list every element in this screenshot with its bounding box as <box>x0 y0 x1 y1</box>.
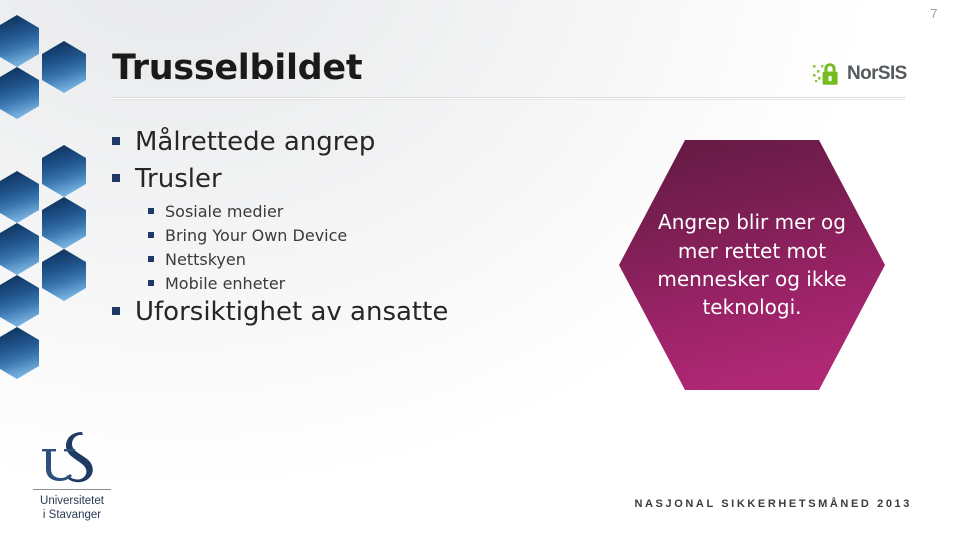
padlock-icon <box>813 63 838 85</box>
slide-canvas: 7 Trusselbildet NorSIS Målrettede angrep <box>0 0 960 540</box>
list-item: Målrettede angrep <box>112 126 592 160</box>
list-item: Uforsiktighet av ansatte <box>112 296 592 330</box>
list-item-label: Uforsiktighet av ansatte <box>135 297 449 328</box>
list-item: Trusler <box>112 163 592 197</box>
uis-name-line-1: Universitetet <box>40 495 104 507</box>
list-item-label: Mobile enheter <box>165 274 286 294</box>
list-item: Mobile enheter <box>112 272 592 295</box>
bullet-marker <box>112 137 120 145</box>
norsis-logo: NorSIS <box>812 58 908 90</box>
bullet-marker <box>148 255 154 262</box>
honeycomb-decoration <box>0 15 86 379</box>
hexagon-callout: Angrep blir mer og mer rettet mot mennes… <box>618 139 886 391</box>
title-divider <box>112 97 905 100</box>
list-item: Bring Your Own Device <box>112 224 592 247</box>
page-number: 7 <box>930 6 938 21</box>
bullet-marker <box>112 173 120 182</box>
bullet-marker <box>148 207 154 214</box>
uis-monogram-icon <box>42 432 93 483</box>
page-title: Trusselbildet <box>112 48 363 88</box>
bullet-marker <box>148 231 154 238</box>
bullet-list: Målrettede angrep Trusler Sosiale medier… <box>112 126 592 333</box>
list-item: Nettskyen <box>112 248 592 271</box>
list-item-label: Trusler <box>135 163 222 194</box>
norsis-wordmark: NorSIS <box>847 63 907 84</box>
list-item-label: Sosiale medier <box>165 201 284 221</box>
callout-text: Angrep blir mer og mer rettet mot mennes… <box>657 210 847 320</box>
list-item: Sosiale medier <box>112 200 592 223</box>
list-item-label: Målrettede angrep <box>135 127 376 157</box>
list-item-label: Bring Your Own Device <box>165 225 348 245</box>
uis-logo: Universitetet i Stavanger <box>20 428 124 522</box>
uis-name-line-2: i Stavanger <box>42 509 102 522</box>
list-item-label: Nettskyen <box>165 249 246 269</box>
bullet-marker <box>148 280 154 287</box>
uis-divider <box>33 489 111 490</box>
bullet-marker <box>112 307 120 316</box>
footer-text: NASJONAL SIKKERHETSMÅNED 2013 <box>634 498 912 510</box>
